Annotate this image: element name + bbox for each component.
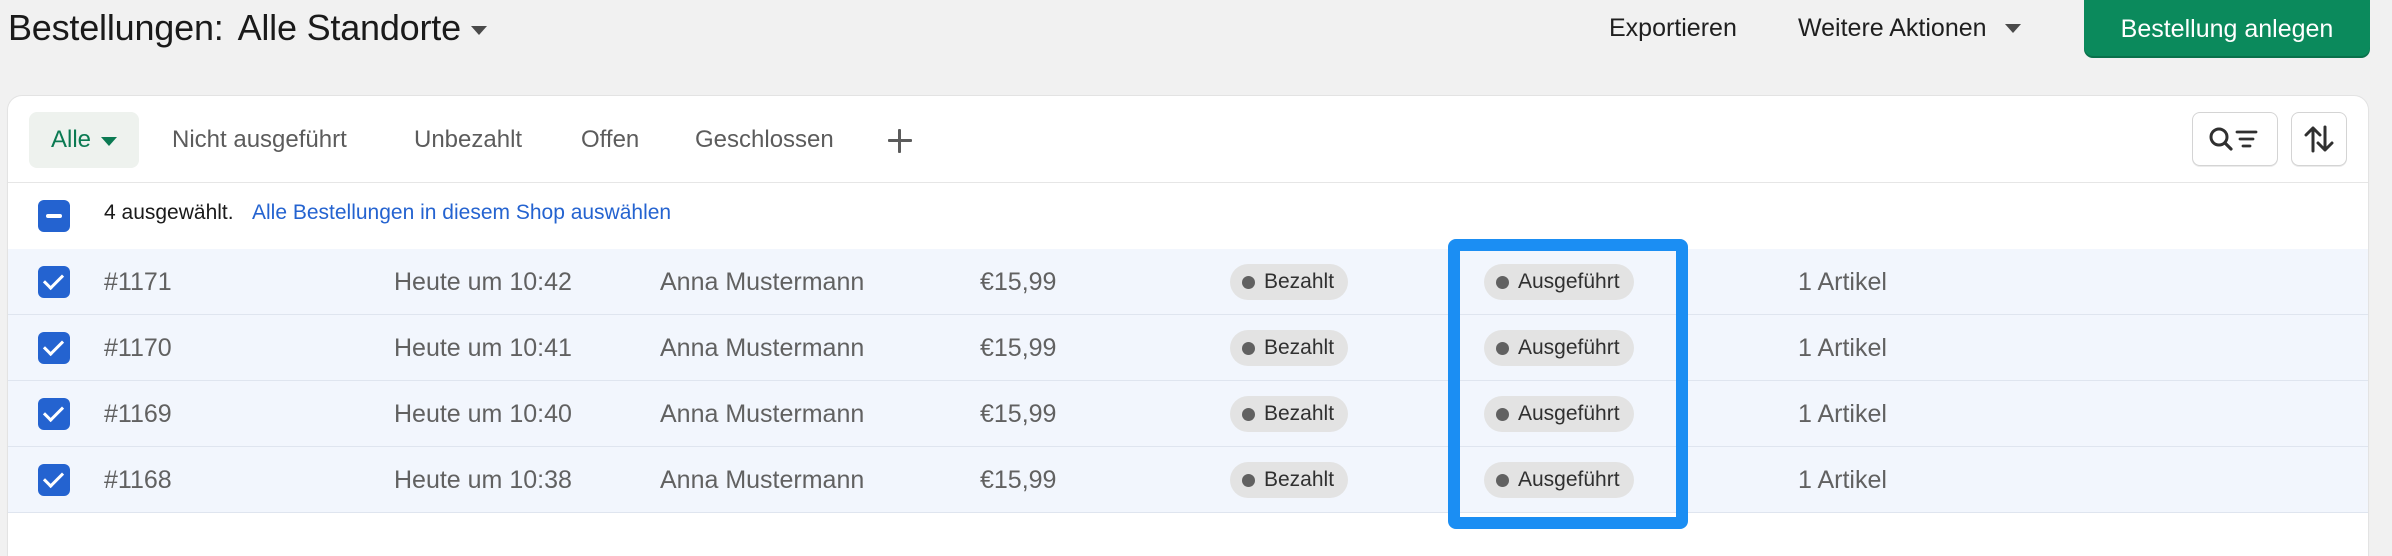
order-items: 1 Artikel	[1798, 333, 1887, 362]
payment-status-badge: Bezahlt	[1230, 396, 1349, 432]
badge-label: Bezahlt	[1264, 336, 1335, 359]
fulfillment-status-badge: Ausgeführt	[1484, 264, 1634, 300]
caret-down-icon	[470, 25, 487, 35]
order-total: €15,99	[980, 465, 1057, 494]
sort-arrows-icon	[2304, 125, 2334, 153]
table-row[interactable]: #1169 Heute um 10:40 Anna Mustermann €15…	[8, 381, 2368, 447]
tab-label: Geschlossen	[695, 126, 834, 153]
more-actions-button[interactable]: Weitere Aktionen	[1798, 8, 2021, 48]
order-number[interactable]: #1168	[104, 447, 172, 513]
fulfillment-status-cell: Ausgeführt	[1484, 315, 1634, 381]
order-number[interactable]: #1170	[104, 315, 172, 381]
order-date: Heute um 10:42	[394, 267, 572, 296]
row-checkbox[interactable]	[38, 398, 70, 430]
badge-label: Bezahlt	[1264, 270, 1335, 293]
search-filter-icon	[2209, 127, 2258, 151]
badge-label: Bezahlt	[1264, 402, 1335, 425]
fulfillment-status-badge: Ausgeführt	[1484, 462, 1634, 498]
payment-status-cell: Bezahlt	[1230, 447, 1349, 513]
order-total: €15,99	[980, 333, 1057, 362]
caret-down-icon	[101, 136, 118, 146]
tab-label: Alle	[51, 126, 92, 153]
order-items: 1 Artikel	[1798, 465, 1887, 494]
status-dot-icon	[1242, 341, 1255, 355]
badge-label: Ausgeführt	[1518, 468, 1620, 491]
table-row[interactable]: #1168 Heute um 10:38 Anna Mustermann €15…	[8, 447, 2368, 513]
orders-card: Alle Nicht ausgeführt Unbezahlt Offen Ge…	[8, 96, 2368, 556]
tab-closed[interactable]: Geschlossen	[695, 112, 834, 168]
status-dot-icon	[1496, 407, 1509, 421]
payment-status-cell: Bezahlt	[1230, 249, 1349, 315]
payment-status-badge: Bezahlt	[1230, 462, 1349, 498]
sort-button[interactable]	[2291, 112, 2347, 166]
page-title-text: Bestellungen:	[8, 7, 224, 48]
status-dot-icon	[1496, 275, 1509, 289]
tab-label: Unbezahlt	[414, 126, 523, 153]
search-filter-button[interactable]	[2192, 112, 2278, 166]
tab-open[interactable]: Offen	[581, 112, 639, 168]
order-customer: Anna Mustermann	[660, 333, 865, 362]
row-checkbox[interactable]	[38, 464, 70, 496]
fulfillment-status-cell: Ausgeführt	[1484, 447, 1634, 513]
tab-all[interactable]: Alle	[29, 112, 140, 168]
order-items: 1 Artikel	[1798, 399, 1887, 428]
export-button[interactable]: Exportieren	[1609, 8, 1737, 48]
payment-status-cell: Bezahlt	[1230, 381, 1349, 447]
status-dot-icon	[1242, 407, 1255, 421]
location-label: Alle Standorte	[237, 7, 462, 48]
payment-status-badge: Bezahlt	[1230, 330, 1349, 366]
order-number[interactable]: #1169	[104, 381, 172, 447]
status-dot-icon	[1242, 275, 1255, 289]
status-dot-icon	[1496, 341, 1509, 355]
fulfillment-status-cell: Ausgeführt	[1484, 381, 1634, 447]
payment-status-badge: Bezahlt	[1230, 264, 1349, 300]
table-row[interactable]: #1170 Heute um 10:41 Anna Mustermann €15…	[8, 315, 2368, 381]
row-checkbox[interactable]	[38, 332, 70, 364]
table-row[interactable]: #1171 Heute um 10:42 Anna Mustermann €15…	[8, 249, 2368, 315]
badge-label: Bezahlt	[1264, 468, 1335, 491]
selected-count: 4 ausgewählt.	[104, 201, 234, 224]
tab-unfulfilled[interactable]: Nicht ausgeführt	[172, 112, 347, 168]
order-total: €15,99	[980, 267, 1057, 296]
fulfillment-status-badge: Ausgeführt	[1484, 330, 1634, 366]
order-items: 1 Artikel	[1798, 267, 1887, 296]
order-customer: Anna Mustermann	[660, 465, 865, 494]
create-order-button[interactable]: Bestellung anlegen	[2084, 0, 2370, 58]
location-selector[interactable]: Alle Standorte	[238, 7, 487, 49]
tab-unpaid[interactable]: Unbezahlt	[414, 112, 522, 168]
plus-icon[interactable]	[880, 120, 920, 160]
tab-label: Nicht ausgeführt	[172, 126, 347, 153]
badge-label: Ausgeführt	[1518, 336, 1620, 359]
order-number[interactable]: #1171	[104, 249, 172, 315]
export-label: Exportieren	[1609, 13, 1737, 42]
order-total: €15,99	[980, 399, 1057, 428]
caret-down-icon	[2004, 23, 2021, 33]
order-date: Heute um 10:40	[394, 399, 572, 428]
view-tabs: Alle Nicht ausgeführt Unbezahlt Offen Ge…	[8, 96, 2368, 183]
select-all-checkbox[interactable]	[38, 200, 70, 232]
page-title: Bestellungen: Alle Standorte	[8, 6, 487, 50]
select-all-orders-link[interactable]: Alle Bestellungen in diesem Shop auswähl…	[252, 201, 671, 225]
page-header: Bestellungen: Alle Standorte Exportieren…	[0, 0, 2392, 62]
order-date: Heute um 10:41	[394, 333, 572, 362]
row-checkbox[interactable]	[38, 266, 70, 298]
order-date: Heute um 10:38	[394, 465, 572, 494]
status-dot-icon	[1242, 473, 1255, 487]
fulfillment-status-badge: Ausgeführt	[1484, 396, 1634, 432]
bulk-selection-bar: 4 ausgewählt. Alle Bestellungen in diese…	[8, 183, 2368, 250]
more-actions-label: Weitere Aktionen	[1798, 13, 1987, 42]
fulfillment-status-cell: Ausgeführt	[1484, 249, 1634, 315]
badge-label: Ausgeführt	[1518, 402, 1620, 425]
order-customer: Anna Mustermann	[660, 399, 865, 428]
badge-label: Ausgeführt	[1518, 270, 1620, 293]
status-dot-icon	[1496, 473, 1509, 487]
payment-status-cell: Bezahlt	[1230, 315, 1349, 381]
tab-label: Offen	[581, 126, 640, 153]
order-customer: Anna Mustermann	[660, 267, 865, 296]
